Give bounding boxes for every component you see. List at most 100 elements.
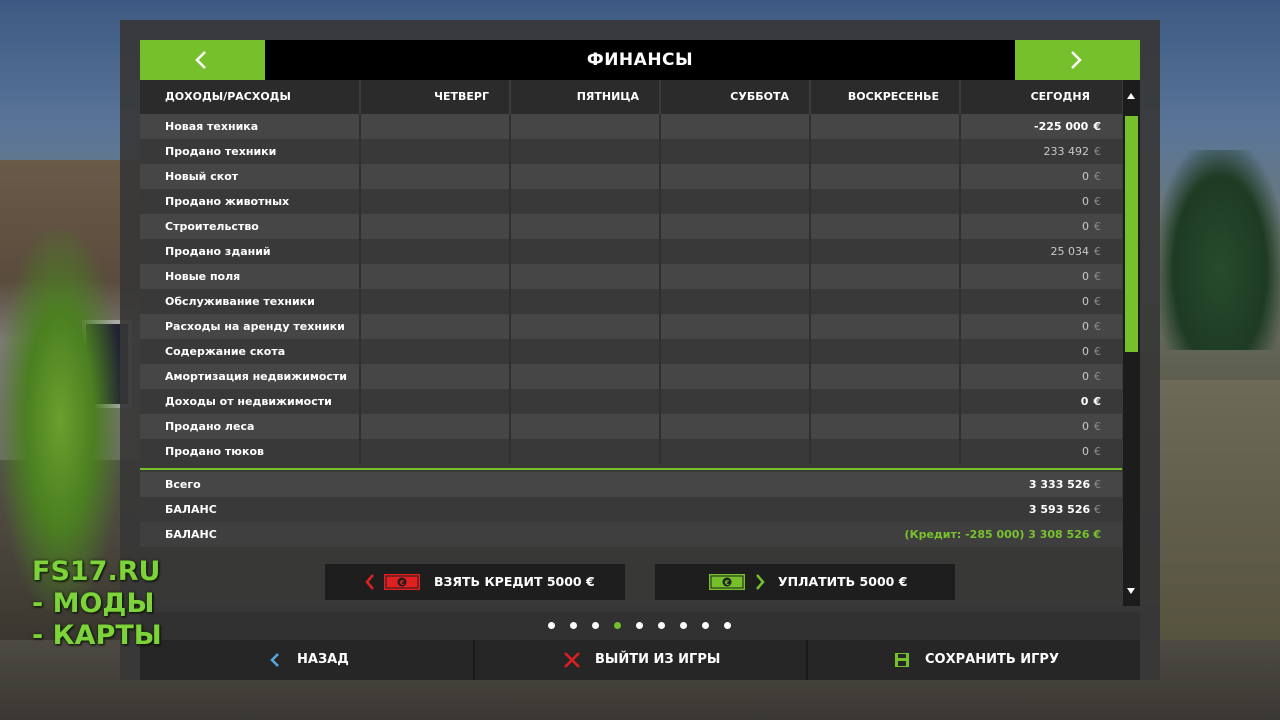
row-value-empty — [811, 114, 961, 139]
page-dot[interactable] — [680, 622, 687, 629]
row-value-empty — [511, 164, 661, 189]
table-row: Продано леса 0 € — [140, 414, 1122, 439]
money-icon: € — [709, 574, 745, 590]
chevron-right-icon — [756, 574, 765, 590]
row-value-today: 233 492 € — [1043, 145, 1102, 158]
row-value-empty — [811, 339, 961, 364]
row-value-empty — [361, 164, 511, 189]
page-indicator — [140, 612, 1140, 640]
row-value-today: 0 € — [1082, 345, 1101, 358]
row-value-empty — [811, 314, 961, 339]
row-value-today: 0 € — [1082, 445, 1101, 458]
chevron-left-icon — [195, 51, 206, 69]
table-row: Продано техники 233 492 € — [140, 139, 1122, 164]
page-dot[interactable] — [636, 622, 643, 629]
table-row: Содержание скота 0 € — [140, 339, 1122, 364]
balance-row: БАЛАНС 3 593 526 € — [140, 497, 1122, 522]
currency-symbol: € — [1094, 145, 1101, 158]
row-value-empty — [361, 189, 511, 214]
row-label: Продано тюков — [140, 439, 361, 464]
row-value-today: 0 € — [1080, 395, 1101, 408]
scroll-up-icon[interactable] — [1127, 93, 1135, 99]
balance-credit-value: (Кредит: -285 000) 3 308 526 € — [904, 528, 1101, 541]
currency-symbol: € — [1093, 120, 1101, 133]
row-value-empty — [361, 139, 511, 164]
background-field — [1160, 380, 1280, 640]
background-trees — [1160, 150, 1280, 350]
row-value-today: 0 € — [1082, 270, 1101, 283]
watermark-line: - МОДЫ — [32, 588, 155, 619]
chevron-left-icon — [365, 574, 374, 590]
pay-credit-label: УПЛАТИТЬ 5000 € — [778, 574, 908, 589]
row-value-empty — [661, 364, 811, 389]
page-dot[interactable] — [570, 622, 577, 629]
row-value-empty — [511, 264, 661, 289]
page-dot[interactable] — [724, 622, 731, 629]
row-value-empty — [661, 164, 811, 189]
table-header: ДОХОДЫ/РАСХОДЫ ЧЕТВЕРГ ПЯТНИЦА СУББОТА В… — [140, 80, 1122, 114]
row-value-today: 0 € — [1082, 370, 1101, 383]
row-value-empty — [811, 414, 961, 439]
site-watermark: FS17.RU - МОДЫ - КАРТЫ — [32, 556, 162, 652]
currency-symbol: € — [1094, 270, 1101, 283]
row-value-today: 0 € — [1082, 420, 1101, 433]
next-page-button[interactable] — [1015, 40, 1140, 80]
quit-game-label: ВЫЙТИ ИЗ ИГРЫ — [595, 652, 721, 667]
scrollbar-thumb[interactable] — [1125, 116, 1138, 352]
row-label: Новый скот — [140, 164, 361, 189]
back-label: НАЗАД — [297, 652, 349, 667]
row-value-empty — [661, 414, 811, 439]
currency-symbol: € — [1094, 370, 1101, 383]
take-credit-button[interactable]: € ВЗЯТЬ КРЕДИТ 5000 € — [325, 564, 625, 600]
row-value-empty — [811, 139, 961, 164]
row-value-empty — [811, 189, 961, 214]
currency-symbol: € — [1094, 345, 1101, 358]
scroll-down-icon[interactable] — [1127, 588, 1135, 594]
row-value-empty — [361, 339, 511, 364]
page-dot[interactable] — [592, 622, 599, 629]
watermark-line: FS17.RU — [32, 556, 161, 587]
row-value-empty — [361, 389, 511, 414]
row-value-today: 0 € — [1082, 170, 1101, 183]
quit-game-button[interactable]: ВЫЙТИ ИЗ ИГРЫ — [475, 640, 806, 680]
balance-with-credit-row: БАЛАНС (Кредит: -285 000) 3 308 526 € — [140, 522, 1122, 547]
background-tree — [0, 230, 120, 610]
row-value-empty — [661, 339, 811, 364]
page-dot[interactable] — [614, 622, 621, 629]
close-icon — [564, 652, 580, 668]
row-value-empty — [361, 314, 511, 339]
page-dot[interactable] — [702, 622, 709, 629]
back-button[interactable]: НАЗАД — [140, 640, 473, 680]
table-row: Продано животных 0 € — [140, 189, 1122, 214]
page-dot[interactable] — [548, 622, 555, 629]
svg-text:€: € — [724, 579, 730, 587]
table-row: Новая техника -225 000 € — [140, 114, 1122, 139]
row-value-empty — [511, 239, 661, 264]
chevron-left-icon — [270, 653, 279, 667]
row-label: Продано леса — [140, 414, 361, 439]
row-value-empty — [511, 414, 661, 439]
totals-divider — [140, 468, 1122, 470]
table-scrollbar[interactable] — [1123, 80, 1140, 606]
table-row: Продано тюков 0 € — [140, 439, 1122, 464]
column-header-friday: ПЯТНИЦА — [511, 80, 661, 114]
row-value-empty — [811, 164, 961, 189]
previous-page-button[interactable] — [140, 40, 265, 80]
total-row: Всего 3 333 526 € — [140, 472, 1122, 497]
pay-credit-button[interactable]: € УПЛАТИТЬ 5000 € — [655, 564, 955, 600]
chevron-right-icon — [1071, 51, 1082, 69]
save-game-button[interactable]: СОХРАНИТЬ ИГРУ — [808, 640, 1140, 680]
row-value-empty — [361, 239, 511, 264]
row-value-empty — [811, 389, 961, 414]
page-dot[interactable] — [658, 622, 665, 629]
currency-symbol: € — [1094, 245, 1101, 258]
table-row: Новые поля 0 € — [140, 264, 1122, 289]
row-label: Продано животных — [140, 189, 361, 214]
row-value-empty — [811, 289, 961, 314]
row-value-empty — [361, 364, 511, 389]
row-value-empty — [511, 139, 661, 164]
row-value-empty — [811, 239, 961, 264]
table-row: Обслуживание техники 0 € — [140, 289, 1122, 314]
row-label: Амортизация недвижимости — [140, 364, 361, 389]
row-value-empty — [661, 239, 811, 264]
